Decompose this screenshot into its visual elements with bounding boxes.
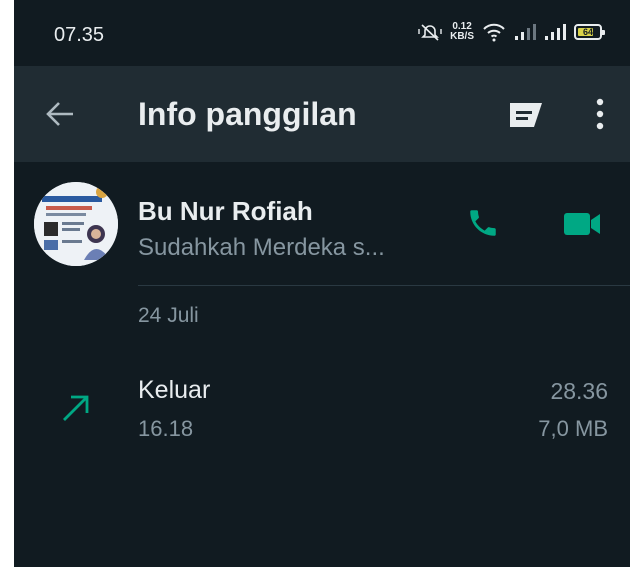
- status-bar: 07.35 0.12 KB/S 64: [14, 0, 630, 66]
- call-data-size: 7,0 MB: [538, 416, 608, 441]
- contact-name: Bu Nur Rofiah: [138, 196, 313, 226]
- call-duration: 28.36: [550, 378, 608, 404]
- avatar[interactable]: [34, 182, 118, 266]
- mute-vibrate-icon: [418, 24, 442, 41]
- message-icon[interactable]: [508, 101, 544, 129]
- status-time: 07.35: [54, 24, 105, 46]
- phone-screen: 07.35 0.12 KB/S 64 Info panggilan Bu Nur…: [14, 0, 630, 567]
- battery-level: 64: [582, 27, 593, 37]
- back-arrow-icon[interactable]: [44, 100, 76, 128]
- outgoing-arrow-icon: [63, 395, 89, 421]
- phone-icon[interactable]: [466, 206, 500, 240]
- video-camera-icon[interactable]: [562, 210, 602, 238]
- call-date: 24 Juli: [138, 304, 199, 327]
- divider: [138, 285, 630, 286]
- more-vert-icon[interactable]: [590, 94, 610, 134]
- net-speed: 0.12 KB/S: [450, 22, 474, 42]
- page-title: Info panggilan: [138, 96, 357, 132]
- net-speed-unit: KB/S: [450, 31, 474, 42]
- app-bar: Info panggilan: [14, 66, 630, 162]
- battery-icon: 64: [574, 24, 605, 40]
- call-time: 16.18: [138, 416, 194, 441]
- contact-status: Sudahkah Merdeka s...: [138, 234, 385, 261]
- wifi-icon: [483, 23, 505, 42]
- signal-icon: [515, 24, 536, 40]
- status-icons: 0.12 KB/S 64: [418, 22, 605, 42]
- signal-icon: [545, 24, 566, 40]
- contact-row[interactable]: Bu Nur Rofiah Sudahkah Merdeka s...: [14, 162, 630, 280]
- call-direction: Keluar: [138, 376, 211, 404]
- call-log-entry: Keluar 16.18 28.36 7,0 MB: [14, 360, 630, 456]
